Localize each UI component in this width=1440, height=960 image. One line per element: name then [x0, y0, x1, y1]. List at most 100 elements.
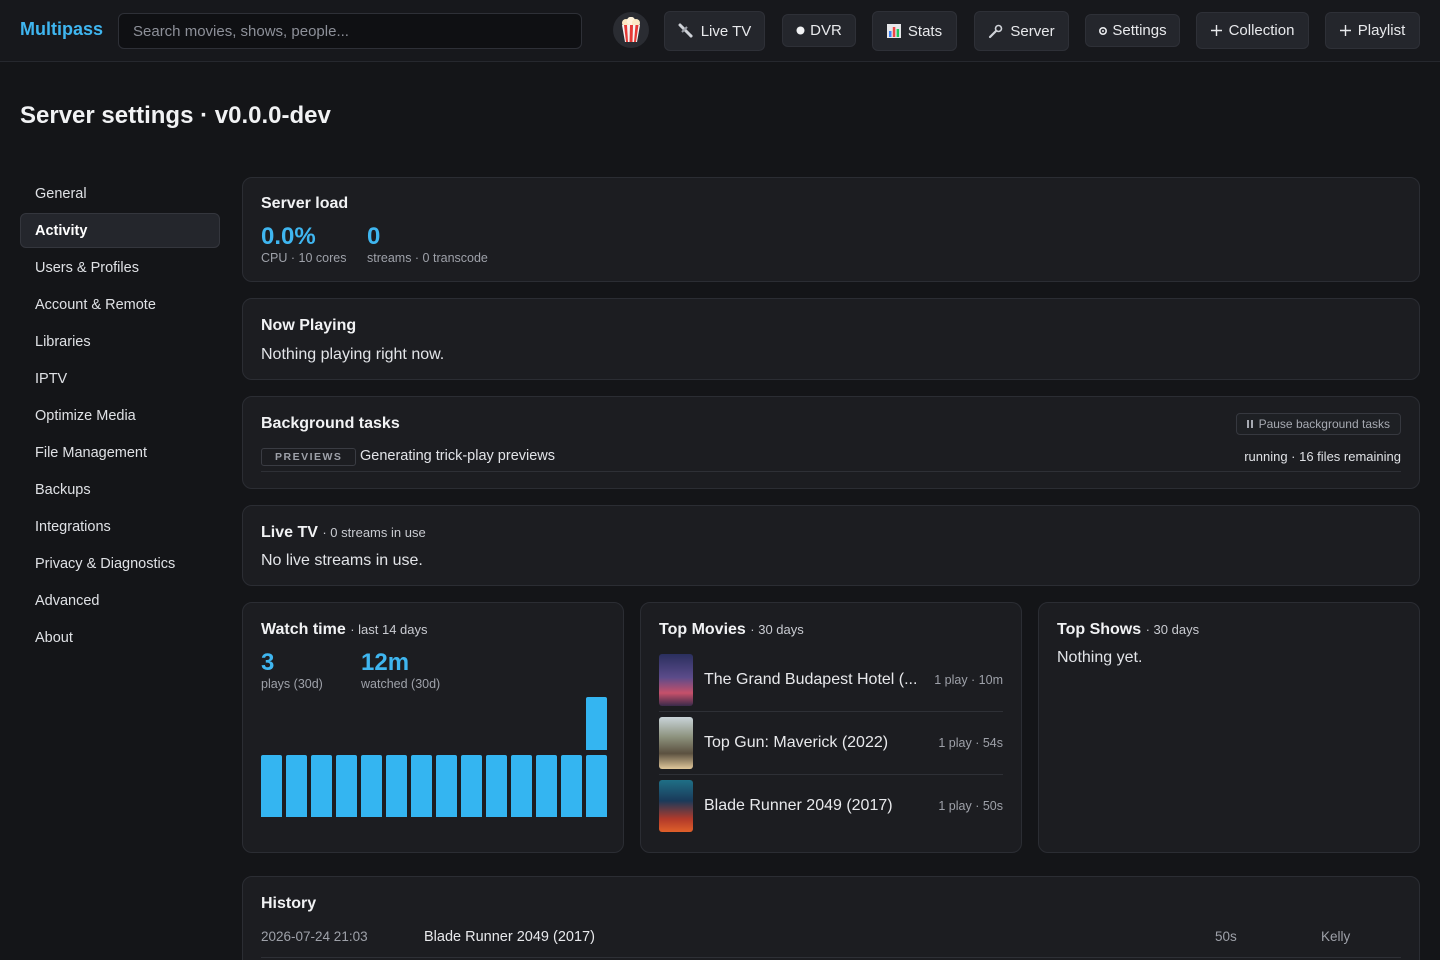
stats-label: Stats [907, 22, 943, 40]
top-bar: Multipass Live TV DVR Stats Server Sett [0, 0, 1440, 62]
sidebar-item-file-management[interactable]: File Management [20, 435, 220, 470]
watch-time-bar [411, 755, 432, 817]
live-tv-title: Live TV [261, 524, 318, 541]
movie-title: The Grand Budapest Hotel (... [704, 671, 918, 688]
top-shows-title: Top Shows [1057, 621, 1142, 638]
task-status: running · 16 files remaining [1244, 449, 1401, 464]
watch-time-bar [286, 755, 307, 817]
top-shows-card: Top Shows · 30 days Nothing yet. [1038, 602, 1420, 853]
history-user: Kelly [1321, 929, 1351, 944]
task-divider [261, 471, 1401, 472]
sidebar-item-iptv[interactable]: IPTV [20, 361, 220, 396]
top-movie-row[interactable]: The Grand Budapest Hotel (... 1 play · 1… [659, 654, 1003, 706]
settings-button[interactable]: Settings [1085, 14, 1180, 47]
streams-caption: streams · 0 transcode [367, 251, 488, 265]
task-tag-wrap: PREVIEWS [261, 447, 357, 466]
background-tasks-title: Background tasks [261, 415, 400, 432]
live-tv-subtitle: · 0 streams in use [322, 525, 426, 540]
top-movie-row[interactable]: Top Gun: Maverick (2022) 1 play · 54s [659, 717, 1003, 769]
sidebar-item-activity[interactable]: Activity [20, 213, 220, 248]
watch-time-bar [486, 755, 507, 817]
plus-icon [1339, 25, 1351, 36]
history-row[interactable]: 2026-07-24 21:03 Blade Runner 2049 (2017… [261, 927, 1401, 949]
watch-time-bar [536, 755, 557, 817]
brand-logo[interactable]: Multipass [20, 19, 103, 40]
movie-meta: 1 play · 50s [938, 799, 1003, 813]
sidebar-item-optimize-media[interactable]: Optimize Media [20, 398, 220, 433]
search-input[interactable] [118, 13, 582, 49]
movie-meta: 1 play · 10m [934, 673, 1003, 687]
settings-sidebar: General Activity Users & Profiles Accoun… [20, 176, 220, 657]
playlist-label: Playlist [1357, 22, 1406, 39]
sidebar-item-general[interactable]: General [20, 176, 220, 211]
watch-time-bar [311, 755, 332, 817]
satellite-icon [678, 23, 694, 39]
server-label: Server [1010, 22, 1055, 40]
live-tv-button[interactable]: Live TV [664, 11, 765, 51]
pause-background-tasks-button[interactable]: Pause background tasks [1235, 413, 1401, 435]
top-shows-heading: Top Shows · 30 days [1057, 621, 1199, 639]
live-tv-heading: Live TV · 0 streams in use [261, 524, 426, 542]
top-shows-message: Nothing yet. [1057, 649, 1143, 666]
movie-title: Blade Runner 2049 (2017) [704, 797, 893, 814]
watch-time-bar [386, 755, 407, 817]
sidebar-item-libraries[interactable]: Libraries [20, 324, 220, 359]
watch-time-bar [461, 755, 482, 817]
row-divider [659, 774, 1003, 775]
dvr-label: DVR [810, 22, 842, 39]
history-duration: 50s [1215, 929, 1237, 944]
dvr-button[interactable]: DVR [782, 14, 856, 47]
collection-label: Collection [1228, 22, 1295, 39]
watch-time-bar [261, 755, 282, 817]
wrench-icon [988, 24, 1003, 39]
history-card: History 2026-07-24 21:03 Blade Runner 20… [242, 876, 1420, 960]
watched-caption: watched (30d) [361, 677, 441, 691]
movie-title: Top Gun: Maverick (2022) [704, 734, 889, 751]
top-movies-card: Top Movies · 30 days The Grand Budapest … [640, 602, 1022, 853]
movie-poster [659, 654, 693, 706]
history-divider [261, 957, 1401, 958]
add-playlist-button[interactable]: Playlist [1325, 12, 1420, 49]
sidebar-item-integrations[interactable]: Integrations [20, 509, 220, 544]
background-tasks-card: Background tasks Pause background tasks … [242, 396, 1420, 489]
cpu-caption: CPU · 10 cores [261, 251, 347, 265]
history-title-cell: Blade Runner 2049 (2017) [424, 929, 595, 945]
watch-time-bar [586, 697, 607, 751]
watch-time-chart [261, 697, 607, 817]
stats-button[interactable]: Stats [872, 11, 957, 51]
now-playing-card: Now Playing Nothing playing right now. [242, 298, 1420, 380]
top-movie-row[interactable]: Blade Runner 2049 (2017) 1 play · 50s [659, 780, 1003, 832]
cpu-value: 0.0% [261, 223, 316, 250]
record-dot-icon [796, 26, 805, 35]
plays-caption: plays (30d) [261, 677, 323, 691]
sidebar-item-about[interactable]: About [20, 620, 220, 655]
sidebar-item-account-remote[interactable]: Account & Remote [20, 287, 220, 322]
watch-time-bar [436, 755, 457, 817]
sidebar-item-privacy-diagnostics[interactable]: Privacy & Diagnostics [20, 546, 220, 581]
live-tv-message: No live streams in use. [261, 552, 423, 569]
pause-label: Pause background tasks [1258, 417, 1390, 431]
watch-time-bar [511, 755, 532, 817]
server-button[interactable]: Server [974, 11, 1069, 51]
popcorn-icon[interactable] [613, 12, 649, 48]
plus-icon [1210, 25, 1222, 36]
sidebar-item-users-profiles[interactable]: Users & Profiles [20, 250, 220, 285]
streams-value: 0 [367, 223, 381, 250]
watched-value: 12m [361, 649, 410, 676]
server-load-card: Server load 0.0% CPU · 10 cores 0 stream… [242, 177, 1420, 282]
bar-chart-icon [886, 24, 901, 38]
page-title: Server settings · v0.0.0-dev [20, 102, 331, 129]
watch-time-bar [586, 755, 607, 817]
sidebar-item-backups[interactable]: Backups [20, 472, 220, 507]
add-collection-button[interactable]: Collection [1196, 12, 1309, 49]
top-movies-subtitle: · 30 days [750, 622, 804, 637]
history-title: History [261, 895, 317, 912]
watch-time-bar [336, 755, 357, 817]
movie-meta: 1 play · 54s [938, 736, 1003, 750]
task-name: Generating trick-play previews [360, 448, 556, 464]
history-date: 2026-07-24 21:03 [261, 929, 368, 944]
movie-poster [659, 717, 693, 769]
pause-icon [1246, 417, 1254, 431]
top-movies-title: Top Movies [659, 621, 746, 638]
sidebar-item-advanced[interactable]: Advanced [20, 583, 220, 618]
